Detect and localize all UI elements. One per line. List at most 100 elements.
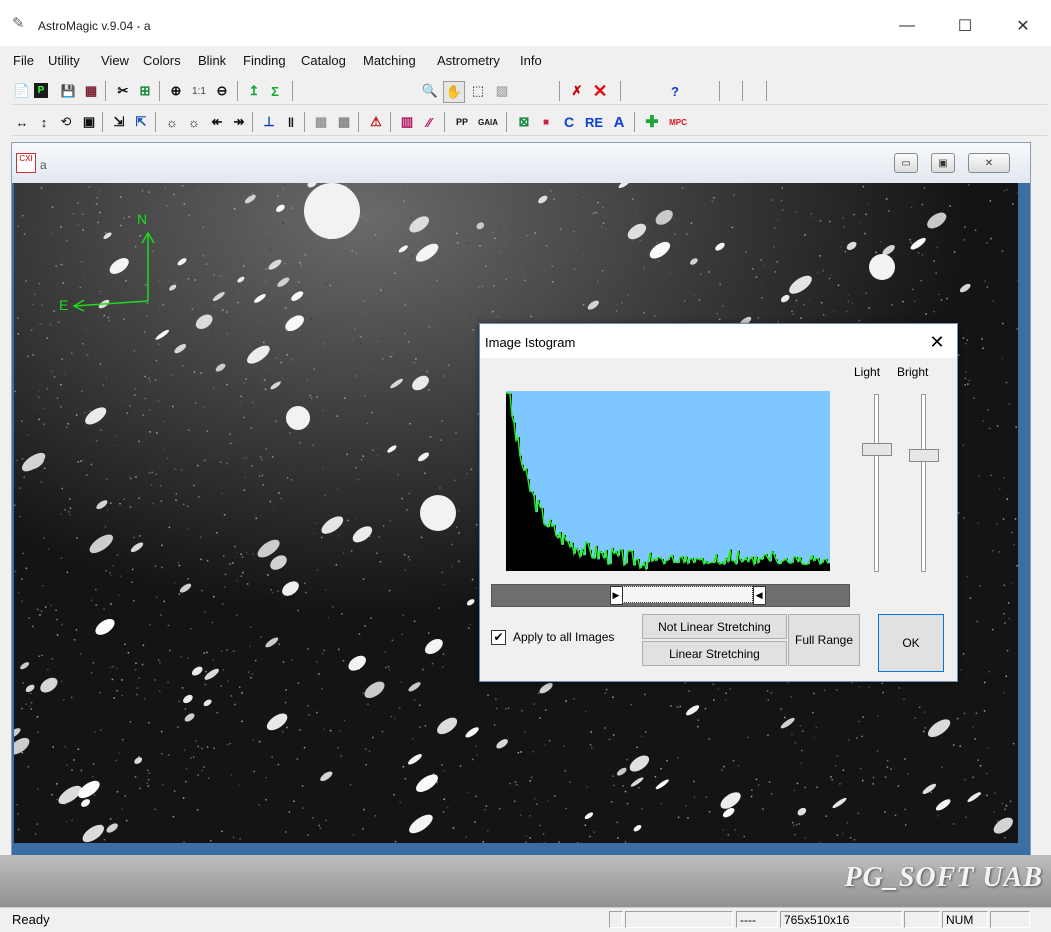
noise-pixel — [958, 512, 960, 514]
bright-slider-thumb[interactable] — [909, 449, 939, 462]
noise-pixel — [763, 265, 765, 267]
noise-pixel — [125, 795, 127, 797]
menu-matching[interactable]: Matching — [363, 53, 416, 68]
menu-blink[interactable]: Blink — [198, 53, 226, 68]
ok-button[interactable]: OK — [878, 614, 944, 672]
clipboard-icon[interactable]: ▣ — [79, 112, 99, 132]
noise-pixel — [621, 302, 623, 304]
delete-star-icon[interactable]: ✗ — [567, 81, 587, 101]
gaia-icon[interactable]: GAIA — [475, 112, 501, 132]
histogram-bar — [538, 500, 540, 571]
move-right-icon[interactable]: ↠ — [229, 112, 249, 132]
rotate-icon[interactable]: ↥ — [244, 81, 264, 101]
all-eye-icon[interactable]: ⚠ — [366, 112, 386, 132]
noise-pixel — [963, 337, 965, 339]
range-selection[interactable] — [621, 586, 753, 603]
linear-stretching-button[interactable]: Linear Stretching — [642, 641, 787, 666]
save-icon[interactable]: 💾 — [58, 81, 78, 101]
noise-pixel — [481, 286, 483, 288]
fit-icon[interactable]: ⊞ — [135, 81, 155, 101]
noise-pixel — [549, 740, 551, 742]
a-icon[interactable]: A — [609, 112, 629, 132]
sigma-icon[interactable]: Σ — [265, 81, 285, 101]
light-slider-thumb[interactable] — [862, 443, 892, 456]
noise-pixel — [316, 712, 318, 714]
child-minimize-button[interactable]: ▭ — [894, 153, 918, 173]
move-left-icon[interactable]: ↞ — [207, 112, 227, 132]
apply-all-label[interactable]: Apply to all Images — [513, 630, 614, 644]
close-button[interactable]: ✕ — [1000, 6, 1046, 46]
noise-pixel — [591, 238, 593, 240]
range-slider[interactable]: ▶ ◀ — [491, 584, 850, 607]
noise-pixel — [495, 699, 497, 701]
re-icon[interactable]: RE — [581, 112, 607, 132]
select-rect-icon[interactable]: ⬚ — [468, 81, 488, 101]
noise-pixel — [94, 794, 96, 796]
magnifier-icon[interactable]: 🔍 — [420, 81, 440, 101]
menu-catalog[interactable]: Catalog — [301, 53, 346, 68]
flip-horizontal-icon[interactable]: ↔ — [12, 112, 32, 132]
full-range-button[interactable]: Full Range — [788, 614, 860, 666]
noise-pixel — [485, 266, 487, 268]
ppm-icon[interactable]: PP — [452, 112, 472, 132]
zoom-out-icon[interactable]: ⊖ — [212, 81, 232, 101]
cut-icon[interactable]: ✂ — [113, 81, 133, 101]
noise-icon[interactable]: ▩ — [311, 112, 331, 132]
noise-pixel — [316, 396, 318, 398]
zoom-1-1-icon[interactable]: 1:1 — [189, 81, 209, 101]
red-square-icon[interactable]: ■ — [536, 112, 556, 132]
open-p-icon[interactable]: P — [34, 83, 48, 98]
c-icon[interactable]: C — [559, 112, 579, 132]
noise-pixel — [723, 829, 725, 831]
rotate-image-icon[interactable]: ⟲ — [56, 112, 76, 132]
photometry-icon[interactable]: ⊠ — [514, 112, 534, 132]
noise-pixel — [836, 689, 838, 691]
flip-vertical-icon[interactable]: ↕ — [34, 112, 54, 132]
zoom-in-icon[interactable]: ⊕ — [166, 81, 186, 101]
range-high-handle[interactable]: ◀ — [753, 586, 766, 605]
noise-pixel — [249, 646, 251, 648]
image-icon[interactable]: ▦ — [81, 81, 101, 101]
noise-pixel — [725, 699, 727, 701]
menu-info[interactable]: Info — [520, 53, 542, 68]
noise-pixel — [365, 748, 367, 750]
crop-black-icon[interactable]: ⇲ — [109, 112, 129, 132]
disabled-tool-icon[interactable]: ▧ — [492, 81, 512, 101]
noise-pixel — [138, 498, 140, 500]
red-x-icon[interactable]: ✕ — [590, 81, 610, 101]
crop-blue-icon[interactable]: ⇱ — [131, 112, 151, 132]
lines-icon[interactable]: ⁄⁄ — [419, 112, 439, 132]
histogram-icon[interactable]: ⊥ — [259, 112, 279, 132]
noise-pixel — [758, 317, 760, 319]
star-detect-2-icon[interactable]: ☼ — [184, 112, 204, 132]
help-icon[interactable]: ? — [665, 81, 685, 101]
minimize-button[interactable]: — — [884, 6, 930, 46]
noise-pixel — [441, 420, 443, 422]
menu-utility[interactable]: Utility — [48, 53, 80, 68]
child-close-button[interactable]: ✕ — [968, 153, 1010, 173]
noise-pixel — [187, 528, 189, 530]
dialog-close-button[interactable]: ✕ — [925, 330, 949, 354]
mpc-icon[interactable]: MPC — [665, 112, 691, 132]
noise-2-icon[interactable]: ▩ — [334, 112, 354, 132]
light-slider[interactable] — [862, 394, 892, 574]
range-low-handle[interactable]: ▶ — [610, 586, 623, 605]
star-detect-icon[interactable]: ☼ — [162, 112, 182, 132]
bright-slider[interactable] — [909, 394, 939, 574]
not-linear-stretching-button[interactable]: Not Linear Stretching — [642, 614, 787, 639]
grid-icon[interactable]: ▥ — [397, 112, 417, 132]
crosshair-icon[interactable]: ✚ — [642, 112, 662, 132]
child-restore-button[interactable]: ▣ — [931, 153, 955, 173]
maximize-button[interactable]: ☐ — [942, 6, 988, 46]
menu-file[interactable]: File — [13, 53, 34, 68]
new-file-icon[interactable]: 📄 — [12, 81, 32, 101]
noise-pixel — [535, 232, 537, 234]
levels-icon[interactable]: ‖ — [281, 112, 301, 132]
menu-view[interactable]: View — [101, 53, 129, 68]
menu-colors[interactable]: Colors — [143, 53, 181, 68]
apply-all-checkbox[interactable]: ✔ — [491, 630, 506, 645]
menu-astrometry[interactable]: Astrometry — [437, 53, 500, 68]
menu-finding[interactable]: Finding — [243, 53, 286, 68]
hand-pan-icon[interactable]: ✋ — [443, 81, 465, 103]
noise-pixel — [392, 640, 394, 642]
